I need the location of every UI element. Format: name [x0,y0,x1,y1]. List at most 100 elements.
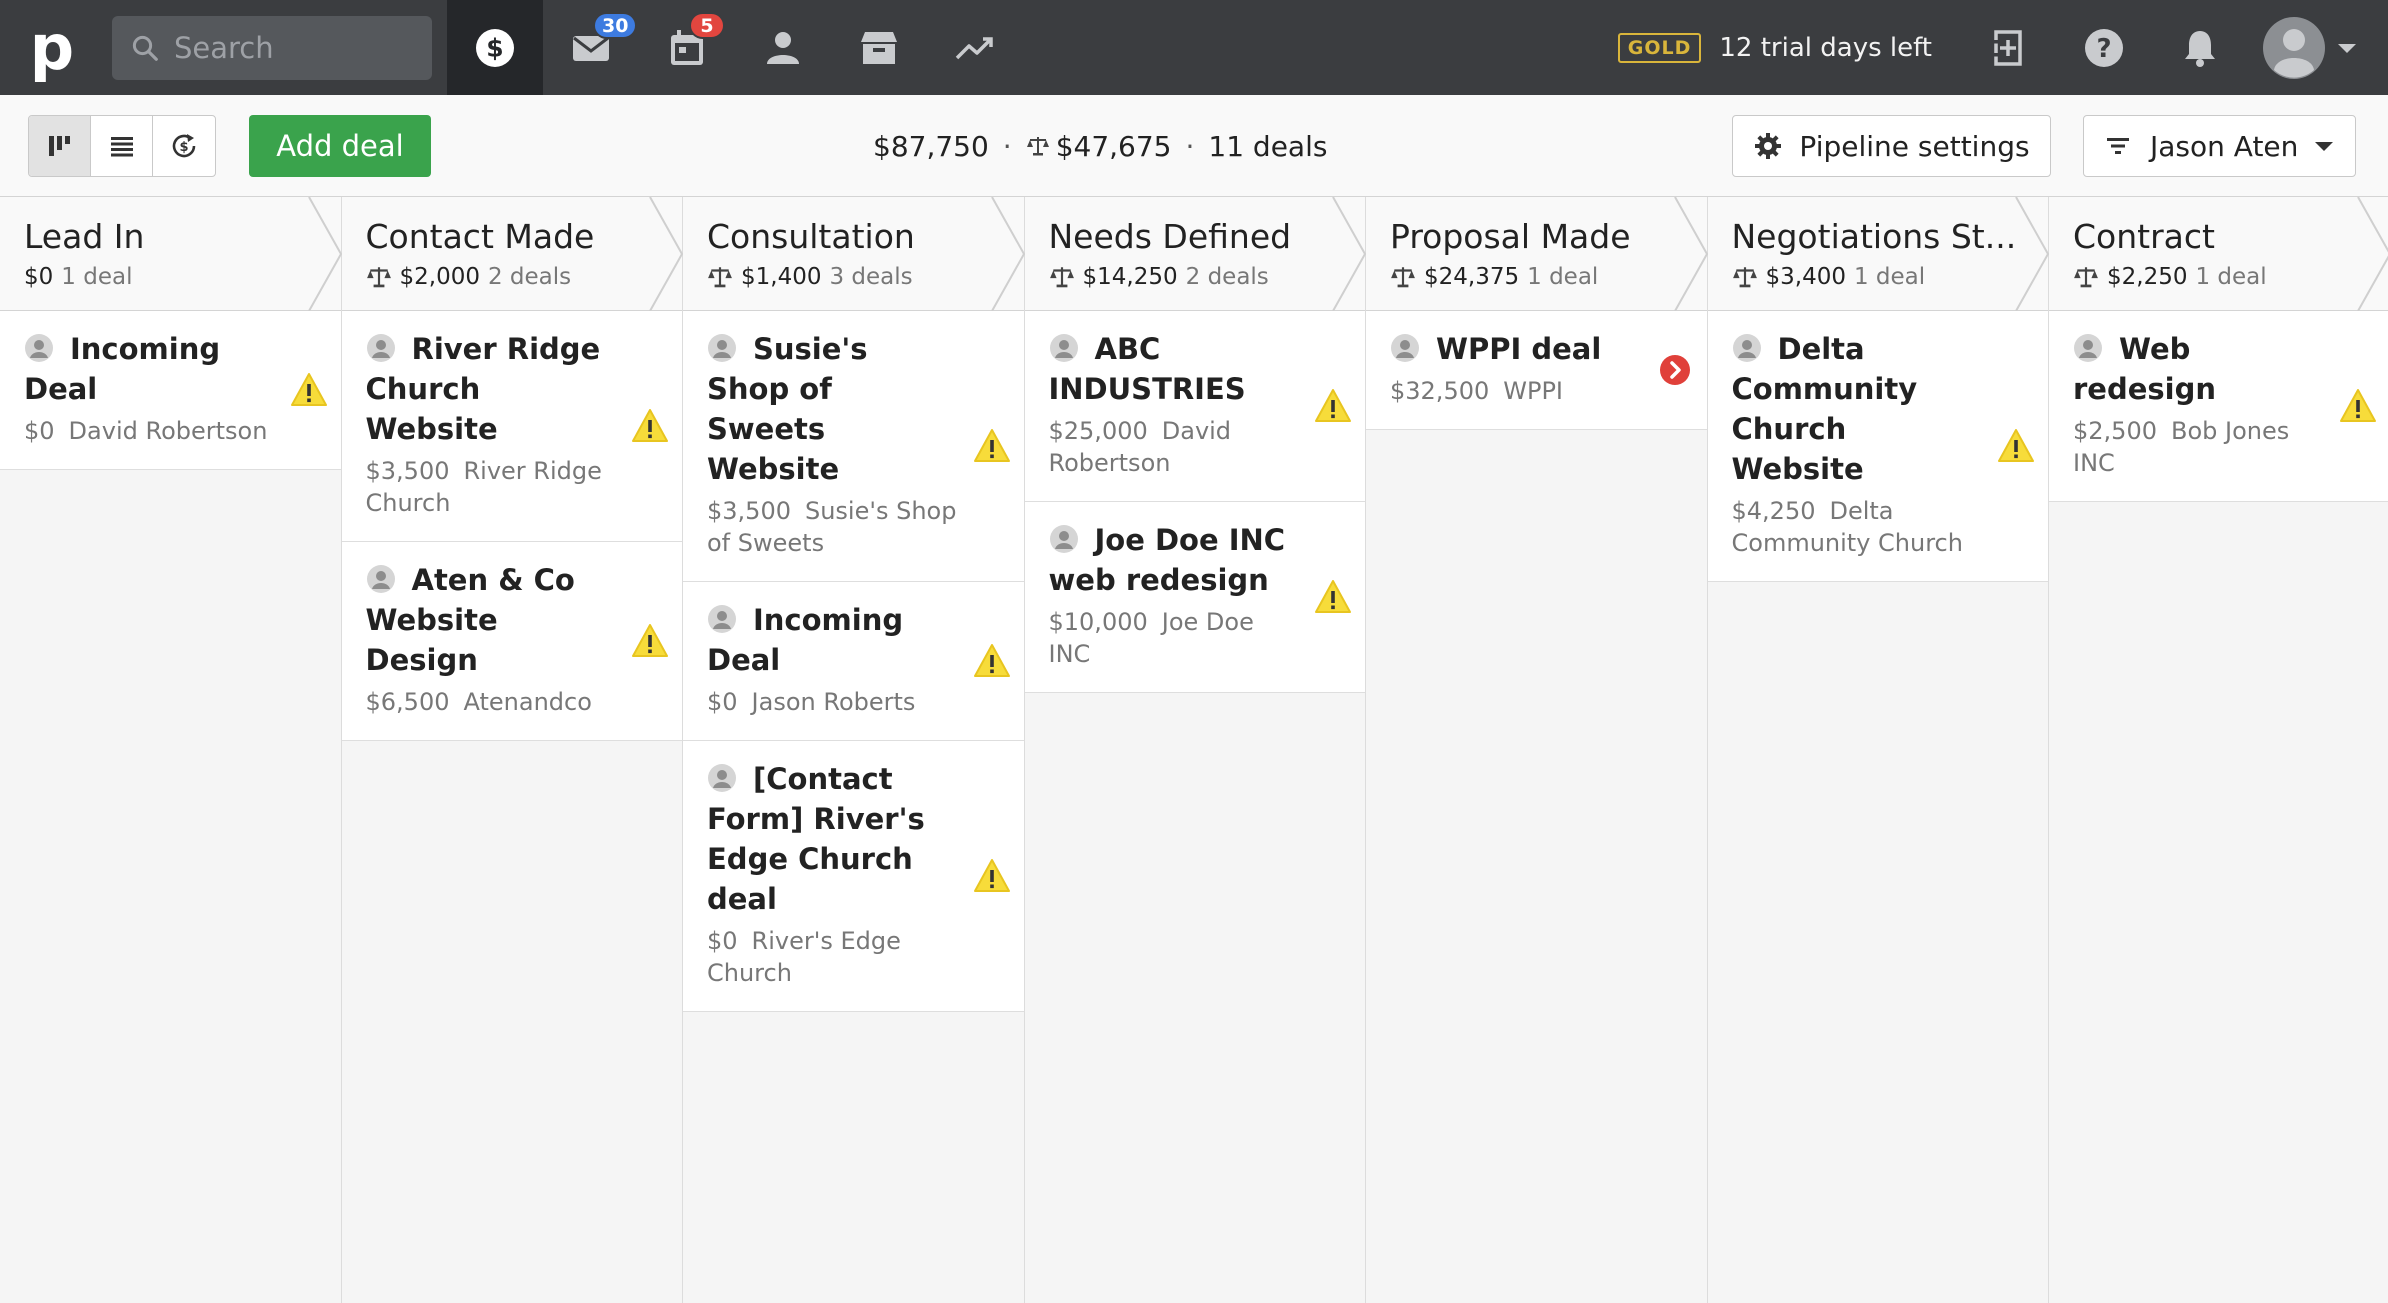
trial-days-text[interactable]: 12 trial days left [1719,33,1932,63]
quick-add-icon [1991,29,2022,66]
deal-meta: $32,500 WPPI [1390,375,1683,407]
pipedrive-logo[interactable]: p [0,0,104,95]
search-icon [132,35,158,61]
stage-header[interactable]: Contact Made $2,000 2 deals [341,197,684,311]
stage-deal-count: 2 deals [1185,264,1269,290]
stage-header[interactable]: Needs Defined $14,250 2 deals [1024,197,1367,311]
weighted-value: $47,675 [1055,129,1172,163]
activities-count-badge: 5 [689,12,725,39]
warning-icon[interactable] [1313,577,1353,617]
user-filter-dropdown[interactable]: Jason Aten [2083,115,2356,177]
deal-meta: $10,000 Joe Doe INC [1049,606,1342,670]
stage-header[interactable]: Consultation $1,400 3 deals [683,197,1025,311]
scale-icon [708,267,732,288]
person-icon [366,334,395,362]
overdue-icon[interactable] [1655,350,1695,390]
deal-title[interactable]: Susie's Shop of Sweets Website [707,329,1000,489]
add-deal-button[interactable]: Add deal [249,114,431,177]
stage-name: Lead In [24,217,145,256]
warning-icon[interactable] [972,641,1012,681]
deal-title[interactable]: Web redesign [2073,329,2366,409]
nav-activities[interactable]: 5 [639,0,735,95]
stage-arrow [2015,197,2050,311]
deal-card[interactable]: WPPI deal $32,500 WPPI [1366,311,1707,430]
search-box[interactable]: Search [112,15,432,80]
warning-icon[interactable] [630,406,670,446]
deal-title[interactable]: ABC INDUSTRIES [1049,329,1342,409]
deal-card[interactable]: Incoming Deal $0 Jason Roberts [683,582,1024,741]
stage-column: Proposal Made $24,375 1 deal WPPI deal $32,5… [1366,197,1708,1303]
stage-value: $1,400 [741,264,822,290]
stage-name: Needs Defined [1048,217,1292,256]
notifications-button[interactable] [2152,0,2248,95]
deal-organization: Atenandco [463,688,592,716]
deal-title[interactable]: Incoming Deal [707,600,1000,680]
deal-title[interactable]: Incoming Deal [24,329,317,409]
stage-header[interactable]: Lead In $0 1 deal [0,197,342,311]
nav-products[interactable] [831,0,927,95]
stage-header[interactable]: Proposal Made $24,375 1 deal [1366,197,1708,311]
deal-card[interactable]: Susie's Shop of Sweets Website $3,500 Susi… [683,311,1024,582]
deal-title-text: Joe Doe INC web redesign [1048,523,1286,597]
deal-title[interactable]: Aten & Co Website Design [366,560,659,680]
quick-add-button[interactable] [1960,0,2056,95]
deal-meta: $2,500 Bob Jones INC [2073,415,2366,479]
forecast-view-button[interactable]: $ [153,116,215,176]
stage-header[interactable]: Negotiations St... $3,400 1 deal [1707,197,2050,311]
avatar [2263,16,2325,79]
warning-icon[interactable] [972,426,1012,466]
gear-icon [1755,133,1782,159]
warning-icon[interactable] [1313,386,1353,426]
nav-insights[interactable] [927,0,1023,95]
search-placeholder: Search [174,30,274,65]
deal-organization: Jason Roberts [751,688,916,716]
warning-icon[interactable] [630,621,670,661]
stage-column: Contract $2,250 1 deal Web redesign $2,500 Bo… [2049,197,2388,1303]
warning-icon[interactable] [289,370,329,410]
stage-value: $14,250 [1082,264,1178,290]
deal-card[interactable]: Aten & Co Website Design $6,500 Atenandco [341,542,682,741]
warning-icon[interactable] [1996,426,2036,466]
warning-icon[interactable] [972,856,1012,896]
deal-title[interactable]: WPPI deal [1390,329,1683,369]
stage-deal-count: 1 deal [1527,264,1599,290]
deal-meta: $25,000 David Robertson [1049,415,1342,479]
stage-header[interactable]: Contract $2,250 1 deal [2049,197,2388,311]
deal-title[interactable]: Delta Community Church Website [1732,329,2025,489]
deal-meta: $4,250 Delta Community Church [1732,495,2025,559]
account-menu[interactable] [2262,16,2358,80]
deal-title[interactable]: Joe Doe INC web redesign [1049,520,1342,600]
deal-meta: $3,500 River Ridge Church [366,455,659,519]
warning-icon[interactable] [2338,386,2378,426]
stage-arrow [307,197,342,311]
stage-value: $2,000 [399,264,480,290]
deal-card[interactable]: ABC INDUSTRIES $25,000 David Robertson [1024,311,1365,502]
list-view-button[interactable] [91,115,153,176]
help-button[interactable]: ? [2056,0,2152,95]
deal-title[interactable]: River Ridge Church Website [366,329,659,449]
plan-badge[interactable]: GOLD [1617,32,1702,63]
deal-title-text: WPPI deal [1436,332,1602,366]
stage-summary: $0 1 deal [24,264,341,290]
stage-value: $3,400 [1765,264,1846,290]
separator-dot: · [1185,129,1195,163]
nav-deals[interactable]: $ [447,0,543,95]
deal-card[interactable]: Incoming Deal $0 David Robertson [0,311,341,470]
pipeline-view-button[interactable] [29,115,91,176]
dollar-icon: $ [476,28,514,67]
stage-arrow [990,197,1025,311]
nav-mail[interactable]: 30 [543,0,639,95]
deal-card[interactable]: River Ridge Church Website $3,500 River Ri… [341,311,682,542]
main-nav: $ 30 5 [447,0,1023,95]
deal-title[interactable]: [Contact Form] River's Edge Church deal [707,759,1000,919]
deal-value: $10,000 [1048,608,1148,636]
scale-icon [1732,267,1757,288]
nav-contacts[interactable] [735,0,831,95]
stage-column: Contact Made $2,000 2 deals River Ridge Chu… [341,197,684,1303]
deal-card[interactable]: [Contact Form] River's Edge Church deal $… [683,741,1024,1012]
pipeline-settings-button[interactable]: Pipeline settings [1732,115,2051,177]
deal-card[interactable]: Web redesign $2,500 Bob Jones INC [2049,311,2388,502]
deal-card[interactable]: Delta Community Church Website $4,250 Delt… [1707,311,2048,582]
view-switcher: $ [28,114,216,177]
deal-card[interactable]: Joe Doe INC web redesign $10,000 Joe Doe I… [1024,502,1365,693]
